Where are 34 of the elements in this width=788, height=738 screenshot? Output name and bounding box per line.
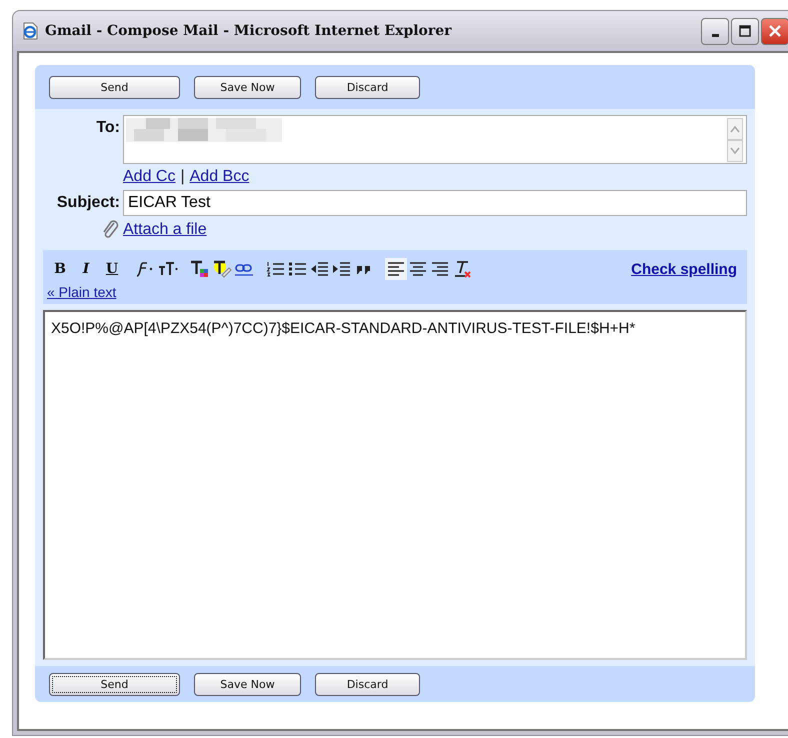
action-button[interactable]: Send xyxy=(49,76,180,98)
field-label: Subject: xyxy=(56,193,120,212)
message-body-field[interactable]: X5O!P%@AP[4\PZX54(P^)7CC)7}$EICAR-STANDARD-ANTIVIRUS-TEST-FILE!$H+H* xyxy=(43,310,747,660)
textcolor-icon[interactable] xyxy=(189,258,211,280)
action-button[interactable]: Discard xyxy=(315,672,420,696)
minimize-icon xyxy=(712,34,718,36)
close-icon xyxy=(768,24,782,38)
underline-button[interactable]: U xyxy=(99,258,125,280)
paperclip-icon xyxy=(102,220,120,240)
attach-file-link[interactable]: Attach a file xyxy=(123,221,207,239)
highlight-icon[interactable] xyxy=(211,258,233,280)
close-button[interactable] xyxy=(761,18,788,44)
action-button[interactable]: Discard xyxy=(315,76,420,98)
action-button[interactable]: Save Now xyxy=(194,76,301,98)
add-bcc-link[interactable]: Add Bcc xyxy=(190,168,250,186)
separator: | xyxy=(180,168,185,186)
recipient-field[interactable] xyxy=(123,115,747,164)
action-button[interactable]: Save Now xyxy=(194,672,301,696)
maximize-icon xyxy=(739,25,751,37)
window-title: Gmail - Compose Mail - Microsoft Internet Explorer xyxy=(45,23,452,39)
subject-field[interactable]: EICAR Test xyxy=(123,190,747,216)
page-icon xyxy=(21,22,39,40)
field-label: To: xyxy=(95,118,120,137)
italic-button[interactable]: I xyxy=(73,258,99,280)
message-text: X5O!P%@AP[4\PZX54(P^)7CC)7}$EICAR-STANDARD-ANTIVIRUS-TEST-FILE!$H+H* xyxy=(51,320,636,337)
action-button[interactable]: Send xyxy=(49,672,180,696)
plain-text-link[interactable]: « Plain text xyxy=(47,284,116,300)
scrollbar[interactable] xyxy=(724,116,746,163)
alignleft-icon[interactable] xyxy=(385,258,407,280)
bold-button[interactable]: B xyxy=(47,258,73,280)
check-spelling-link[interactable]: Check spelling xyxy=(631,260,737,278)
add-cc-link[interactable]: Add Cc xyxy=(123,168,176,186)
minimize-button[interactable] xyxy=(701,18,729,44)
maximize-button[interactable] xyxy=(731,18,759,44)
